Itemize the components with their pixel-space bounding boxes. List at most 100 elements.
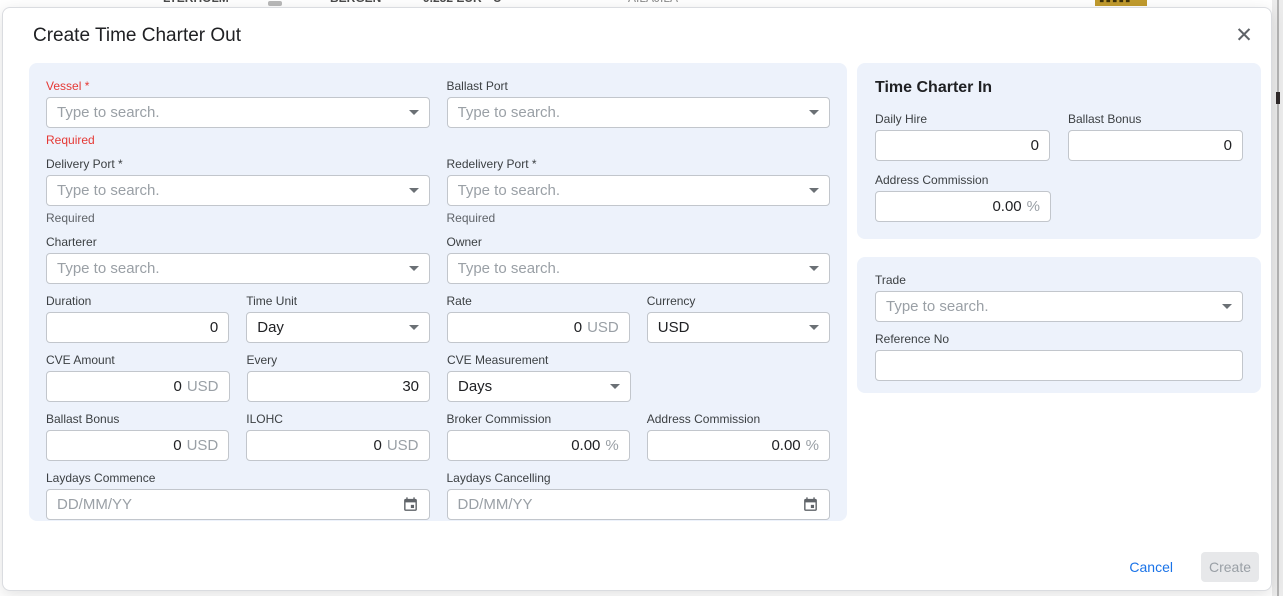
- broker-commission-value: 0.00: [571, 437, 600, 454]
- trade-label: Trade: [875, 273, 1243, 287]
- background-text-fragment: U: [493, 0, 502, 5]
- reference-no-input[interactable]: [875, 350, 1243, 381]
- vessel-placeholder: Type to search.: [57, 104, 401, 121]
- cve-amount-label: CVE Amount: [46, 353, 230, 367]
- field-laydays-commence: Laydays Commence DD/MM/YY: [46, 471, 430, 520]
- cve-measurement-select[interactable]: Days: [447, 371, 631, 402]
- address-commission-label: Address Commission: [647, 412, 830, 426]
- duration-input[interactable]: 0: [46, 312, 229, 343]
- field-reference-no: Reference No: [875, 332, 1243, 381]
- create-button[interactable]: Create: [1201, 552, 1259, 582]
- laydays-cancelling-label: Laydays Cancelling: [447, 471, 831, 485]
- ilohc-input[interactable]: 0 USD: [246, 430, 429, 461]
- field-duration: Duration 0: [46, 294, 229, 343]
- field-owner: Owner Type to search.: [447, 235, 831, 284]
- redelivery-port-required-helper: Required: [447, 211, 831, 225]
- address-commission-percent-suffix: %: [806, 437, 819, 454]
- laydays-commence-label: Laydays Commence: [46, 471, 430, 485]
- owner-label: Owner: [447, 235, 831, 249]
- rate-input[interactable]: 0 USD: [447, 312, 630, 343]
- tcin-ballast-bonus-value: 0: [1224, 137, 1232, 154]
- chevron-down-icon: [409, 188, 419, 193]
- tcin-address-commission-input[interactable]: 0.00 %: [875, 191, 1051, 222]
- form-row: Delivery Port * Type to search. Required…: [46, 157, 830, 225]
- address-commission-input[interactable]: 0.00 %: [647, 430, 830, 461]
- every-value: 30: [402, 378, 419, 395]
- chevron-down-icon: [809, 325, 819, 330]
- chevron-down-icon: [1222, 304, 1232, 309]
- redelivery-port-label: Redelivery Port *: [447, 157, 831, 171]
- ballast-port-search-select[interactable]: Type to search.: [447, 97, 831, 128]
- create-time-charter-out-dialog: Create Time Charter Out ✕ Vessel * Type …: [2, 7, 1272, 591]
- cve-amount-currency-suffix: USD: [187, 378, 219, 395]
- delivery-port-search-select[interactable]: Type to search.: [46, 175, 430, 206]
- cve-measurement-label: CVE Measurement: [447, 353, 631, 367]
- form-row: Charterer Type to search. Owner Type to …: [46, 235, 830, 284]
- cancel-button[interactable]: Cancel: [1129, 559, 1173, 575]
- dialog-title: Create Time Charter Out: [33, 25, 241, 47]
- ballast-bonus-input[interactable]: 0 USD: [46, 430, 229, 461]
- gold-badge: ▮▮▮▮▮: [1095, 0, 1147, 6]
- calendar-icon[interactable]: [402, 496, 419, 513]
- form-row: Laydays Commence DD/MM/YY Laydays Cancel…: [46, 471, 830, 520]
- cve-amount-input[interactable]: 0 USD: [46, 371, 230, 402]
- delivery-port-placeholder: Type to search.: [57, 182, 401, 199]
- close-icon[interactable]: ✕: [1230, 21, 1258, 49]
- field-delivery-port: Delivery Port * Type to search. Required: [46, 157, 430, 225]
- form-row: CVE Amount 0 USD Every 30 CVE Measuremen…: [46, 353, 830, 402]
- field-ballast-port: Ballast Port Type to search.: [447, 79, 831, 147]
- form-row: Daily Hire 0 Ballast Bonus 0: [875, 112, 1243, 161]
- field-tcin-ballast-bonus: Ballast Bonus 0: [1068, 112, 1243, 161]
- background-text-fragment: BERGEN: [330, 0, 381, 5]
- scrollbar-thumb[interactable]: [1276, 92, 1280, 104]
- broker-commission-input[interactable]: 0.00 %: [447, 430, 630, 461]
- form-row: Duration 0 Time Unit Day Rate 0 USD: [46, 294, 830, 343]
- currency-label: Currency: [647, 294, 830, 308]
- ilohc-value: 0: [373, 437, 381, 454]
- tcin-address-commission-label: Address Commission: [875, 173, 1051, 187]
- daily-hire-label: Daily Hire: [875, 112, 1050, 126]
- every-input[interactable]: 30: [247, 371, 431, 402]
- scrollbar-track: [1277, 0, 1279, 596]
- calendar-icon[interactable]: [802, 496, 819, 513]
- field-ballast-bonus: Ballast Bonus 0 USD: [46, 412, 229, 461]
- tcin-ballast-bonus-label: Ballast Bonus: [1068, 112, 1243, 126]
- charterer-placeholder: Type to search.: [57, 260, 401, 277]
- time-charter-in-panel: Time Charter In Daily Hire 0 Ballast Bon…: [857, 63, 1261, 239]
- ilohc-currency-suffix: USD: [387, 437, 419, 454]
- daily-hire-value: 0: [1031, 137, 1039, 154]
- trade-placeholder: Type to search.: [886, 298, 1214, 315]
- daily-hire-input[interactable]: 0: [875, 130, 1050, 161]
- background-text-fragment: 9.252 EUR: [423, 0, 482, 5]
- time-unit-select[interactable]: Day: [246, 312, 429, 343]
- field-currency: Currency USD: [647, 294, 830, 343]
- currency-value: USD: [658, 319, 801, 336]
- laydays-cancelling-date-input[interactable]: DD/MM/YY: [447, 489, 831, 520]
- rate-label: Rate: [447, 294, 630, 308]
- field-rate: Rate 0 USD: [447, 294, 630, 343]
- redelivery-port-search-select[interactable]: Type to search.: [447, 175, 831, 206]
- currency-select[interactable]: USD: [647, 312, 830, 343]
- time-unit-label: Time Unit: [246, 294, 429, 308]
- vessel-search-select[interactable]: Type to search.: [46, 97, 430, 128]
- broker-commission-label: Broker Commission: [447, 412, 630, 426]
- chevron-down-icon: [409, 325, 419, 330]
- time-charter-in-heading: Time Charter In: [875, 79, 1243, 97]
- broker-commission-percent-suffix: %: [605, 437, 618, 454]
- field-time-unit: Time Unit Day: [246, 294, 429, 343]
- chevron-down-icon: [809, 266, 819, 271]
- owner-search-select[interactable]: Type to search.: [447, 253, 831, 284]
- field-tcin-address-commission: Address Commission 0.00 %: [875, 173, 1051, 222]
- address-commission-value: 0.00: [771, 437, 800, 454]
- rate-currency-suffix: USD: [587, 319, 619, 336]
- trade-search-select[interactable]: Type to search.: [875, 291, 1243, 322]
- laydays-commence-placeholder: DD/MM/YY: [57, 496, 394, 513]
- laydays-commence-date-input[interactable]: DD/MM/YY: [46, 489, 430, 520]
- delivery-port-label: Delivery Port *: [46, 157, 430, 171]
- tcin-ballast-bonus-input[interactable]: 0: [1068, 130, 1243, 161]
- tcin-address-commission-value: 0.00: [992, 198, 1021, 215]
- field-every: Every 30: [247, 353, 431, 402]
- background-text-fragment: AILAJILA: [628, 0, 678, 5]
- field-charterer: Charterer Type to search.: [46, 235, 430, 284]
- charterer-search-select[interactable]: Type to search.: [46, 253, 430, 284]
